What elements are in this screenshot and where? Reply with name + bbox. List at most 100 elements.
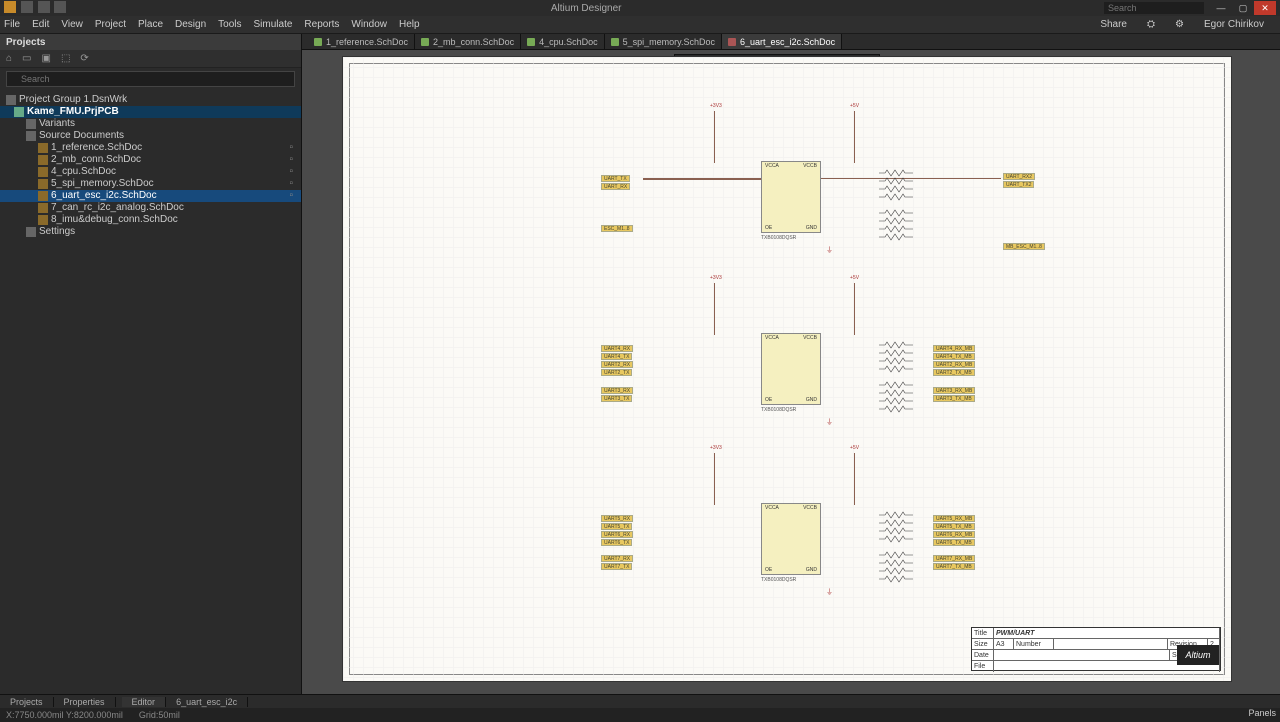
net-label[interactable]: UART5_RX (601, 515, 633, 522)
net-label[interactable]: UART5_TX_MB (933, 523, 975, 530)
settings-icon[interactable]: ⚙ (1175, 19, 1184, 30)
resistor-network[interactable] (879, 511, 913, 547)
net-label[interactable]: UART2_TX_MB (933, 369, 975, 376)
share-button[interactable]: Share (1100, 19, 1127, 30)
tree-variants[interactable]: Variants (0, 118, 301, 130)
menu-file[interactable]: File (4, 19, 20, 30)
gnd-symbol: ⏚ (826, 245, 833, 255)
net-label[interactable]: UART2_RX (601, 361, 633, 368)
panels-button[interactable]: Panels (1248, 708, 1276, 718)
power-label-vcca: +3V3 (710, 445, 722, 451)
menu-place[interactable]: Place (138, 19, 163, 30)
toolbar-doc-icon[interactable]: ▭ (22, 53, 31, 64)
resistor-network[interactable] (879, 209, 913, 245)
schdoc-icon (38, 203, 48, 213)
ic-txb0108[interactable]: VCCA VCCB OE GND (761, 503, 821, 575)
editor-doc-tab[interactable]: 6_uart_esc_i2c (166, 697, 248, 707)
menu-help[interactable]: Help (399, 19, 420, 30)
toolbar-save-icon[interactable]: ⬚ (61, 53, 70, 64)
net-label[interactable]: UART3_TX_MB (933, 395, 975, 402)
cloud-icon[interactable]: ⛭ (1147, 19, 1155, 30)
tree-doc[interactable]: 7_can_rc_i2c_analog.SchDoc (0, 202, 301, 214)
titleblock-size: A3 (994, 639, 1014, 649)
ic-txb0108[interactable]: VCCA VCCB OE GND (761, 333, 821, 405)
net-label[interactable]: UART5_RX_MB (933, 515, 975, 522)
user-label[interactable]: Egor Chirikov (1204, 19, 1264, 30)
net-label[interactable]: UART7_TX (601, 563, 632, 570)
menu-design[interactable]: Design (175, 19, 206, 30)
net-label[interactable]: UART6_RX (601, 531, 633, 538)
save-icon[interactable] (21, 1, 33, 13)
menu-reports[interactable]: Reports (304, 19, 339, 30)
tree-doc[interactable]: 5_spi_memory.SchDoc▫ (0, 178, 301, 190)
net-label[interactable]: UART5_TX (601, 523, 632, 530)
net-label[interactable]: ESC_M1..8 (601, 225, 633, 232)
close-button[interactable]: ✕ (1254, 1, 1276, 15)
toolbar-folder-icon[interactable]: ▣ (42, 53, 51, 64)
panel-search-input[interactable] (6, 71, 295, 87)
menu-simulate[interactable]: Simulate (254, 19, 293, 30)
doc-tab-active[interactable]: 6_uart_esc_i2c.SchDoc (722, 34, 842, 49)
net-label[interactable]: UART_RX (601, 183, 630, 190)
doc-tab-label: 2_mb_conn.SchDoc (433, 37, 514, 47)
tree-project[interactable]: Kame_FMU.PrjPCB (0, 106, 301, 118)
maximize-button[interactable]: ▢ (1232, 1, 1254, 15)
menu-window[interactable]: Window (351, 19, 387, 30)
tree-doc-active[interactable]: 6_uart_esc_i2c.SchDoc▫ (0, 190, 301, 202)
bottom-tab-projects[interactable]: Projects (0, 697, 54, 707)
schematic-sheet[interactable]: +3V3 +5V VCCA VCCB OE GND TXB0108DQSR UA… (342, 56, 1232, 682)
doc-tab[interactable]: 2_mb_conn.SchDoc (415, 34, 521, 49)
menu-edit[interactable]: Edit (32, 19, 49, 30)
net-label[interactable]: UART2_TX (601, 369, 632, 376)
net-label[interactable]: UART6_TX_MB (933, 539, 975, 546)
doc-tab[interactable]: 4_cpu.SchDoc (521, 34, 605, 49)
gnd-symbol: ⏚ (826, 417, 833, 427)
net-label[interactable]: UART6_TX (601, 539, 632, 546)
net-label[interactable]: UART7_RX (601, 555, 633, 562)
net-label[interactable]: UART7_RX_MB (933, 555, 975, 562)
tree-doc[interactable]: 8_imu&debug_conn.SchDoc (0, 214, 301, 226)
doc-tab[interactable]: 1_reference.SchDoc (308, 34, 415, 49)
bottom-tab-properties[interactable]: Properties (54, 697, 116, 707)
tree-doc-label: 4_cpu.SchDoc (51, 166, 116, 178)
resistor-network[interactable] (879, 551, 913, 587)
tree-root[interactable]: Project Group 1.DsnWrk (0, 94, 301, 106)
resistor-network[interactable] (879, 169, 913, 205)
net-label[interactable]: UART4_RX_MB (933, 345, 975, 352)
net-label[interactable]: UART_RX2 (1003, 173, 1035, 180)
tree-settings[interactable]: Settings (0, 226, 301, 238)
menu-tools[interactable]: Tools (218, 19, 241, 30)
net-label[interactable]: UART7_TX_MB (933, 563, 975, 570)
net-label[interactable]: UART4_RX (601, 345, 633, 352)
net-label[interactable]: UART4_TX (601, 353, 632, 360)
tree-source[interactable]: Source Documents (0, 130, 301, 142)
net-label[interactable]: UART2_RX_MB (933, 361, 975, 368)
ic-txb0108[interactable]: VCCA VCCB OE GND (761, 161, 821, 233)
doc-tab[interactable]: 5_spi_memory.SchDoc (605, 34, 722, 49)
toolbar-home-icon[interactable]: ⌂ (6, 53, 12, 64)
open-icon[interactable] (38, 1, 50, 13)
tree-doc[interactable]: 1_reference.SchDoc▫ (0, 142, 301, 154)
net-label[interactable]: MB_ESC_M1..8 (1003, 243, 1045, 250)
resistor-network[interactable] (879, 341, 913, 377)
net-label[interactable]: UART_TX2 (1003, 181, 1034, 188)
minimize-button[interactable]: — (1210, 1, 1232, 15)
menu-project[interactable]: Project (95, 19, 126, 30)
net-label[interactable]: UART3_RX (601, 387, 633, 394)
net-label[interactable]: UART3_RX_MB (933, 387, 975, 394)
net-label[interactable]: UART4_TX_MB (933, 353, 975, 360)
net-label[interactable]: UART6_RX_MB (933, 531, 975, 538)
global-search-input[interactable] (1104, 2, 1204, 14)
new-icon[interactable] (54, 1, 66, 13)
pin-label: VCCB (803, 163, 817, 169)
menu-view[interactable]: View (61, 19, 83, 30)
net-label[interactable]: UART_TX (601, 175, 630, 182)
toolbar-refresh-icon[interactable]: ⟳ (80, 53, 88, 64)
resistor-network[interactable] (879, 381, 913, 417)
pin-label: GND (806, 225, 817, 231)
editor-tab[interactable]: Editor (122, 697, 167, 707)
tree-doc[interactable]: 2_mb_conn.SchDoc▫ (0, 154, 301, 166)
schematic-canvas[interactable]: +3V3 +5V VCCA VCCB OE GND TXB0108DQSR UA… (302, 50, 1280, 694)
net-label[interactable]: UART3_TX (601, 395, 632, 402)
tree-doc[interactable]: 4_cpu.SchDoc▫ (0, 166, 301, 178)
